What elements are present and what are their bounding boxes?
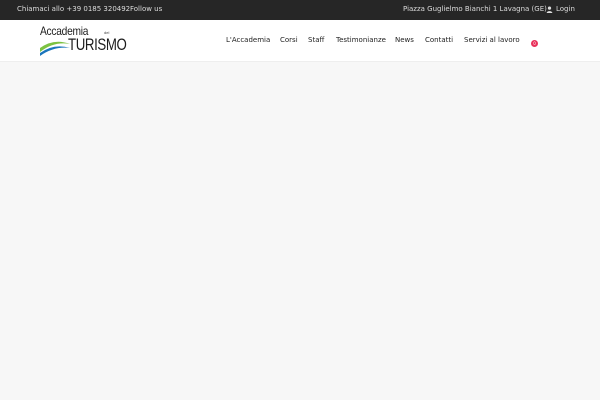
login-link[interactable]: Login [546,5,575,13]
nav-item-accademia[interactable]: L'Accademia [226,36,270,44]
follow-us-link[interactable]: Follow us [130,5,162,13]
nav-item-servizi-al-lavoro[interactable]: Servizi al lavoro [464,36,520,44]
login-label: Login [556,5,575,13]
main-content-area [0,62,600,400]
nav-item-corsi[interactable]: Corsi [280,36,298,44]
nav-item-contatti[interactable]: Contatti [425,36,453,44]
nav-item-news[interactable]: News [395,36,414,44]
nav-item-staff[interactable]: Staff [308,36,324,44]
site-header: Accademia del TURISMO L'Accademia Corsi … [0,20,600,62]
cart-count-badge[interactable]: 0 [531,40,538,47]
user-icon [546,5,553,13]
phone-text[interactable]: Chiamaci allo +39 0185 320492 [17,5,130,13]
address-text: Piazza Guglielmo Bianchi 1 Lavagna (GE) [403,5,547,13]
main-nav: L'Accademia Corsi Staff Testimonianze Ne… [0,36,600,46]
top-bar: Chiamaci allo +39 0185 320492 Follow us … [0,0,600,20]
nav-item-testimonianze[interactable]: Testimonianze [336,36,386,44]
